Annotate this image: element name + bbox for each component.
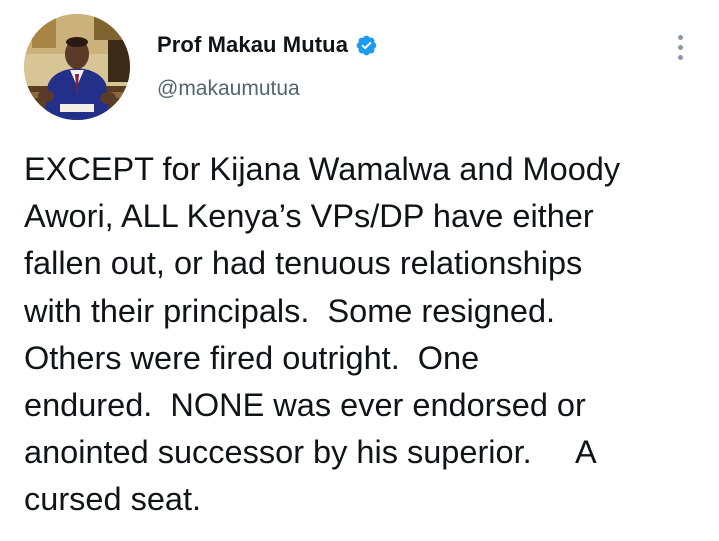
more-dot xyxy=(677,54,683,60)
author-display-name[interactable]: Prof Makau Mutua xyxy=(157,32,348,58)
tweet-card: Prof Makau Mutua @makaumutua EXCEPT for … xyxy=(0,0,719,541)
more-dot xyxy=(677,44,683,50)
author-handle[interactable]: @makaumutua xyxy=(157,77,300,101)
avatar[interactable] xyxy=(24,14,130,120)
tweet-text: EXCEPT for Kijana Wamalwa and Moody Awor… xyxy=(24,151,621,518)
verified-badge-icon xyxy=(355,34,378,57)
more-dot xyxy=(677,34,683,40)
avatar-photo xyxy=(24,14,130,120)
author-name-row: Prof Makau Mutua xyxy=(157,30,378,60)
more-options-icon[interactable] xyxy=(666,30,694,64)
